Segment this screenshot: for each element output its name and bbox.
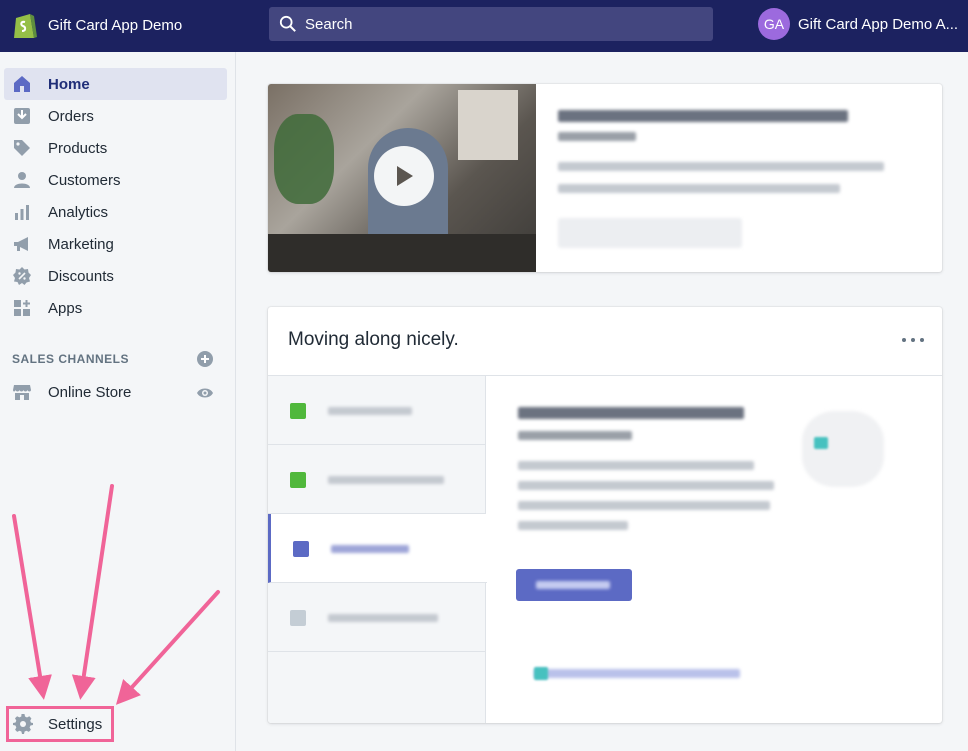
- play-icon[interactable]: [374, 146, 434, 206]
- sidebar-item-label: Home: [48, 75, 90, 93]
- step-icon: [290, 610, 306, 626]
- sidebar-item-online-store[interactable]: Online Store: [4, 376, 227, 408]
- blurred-heading: [558, 110, 848, 122]
- blurred-text-line: [518, 521, 628, 530]
- sidebar-item-label: Products: [48, 139, 108, 157]
- gear-icon: [13, 714, 33, 734]
- sidebar-item-label: Customers: [48, 171, 121, 189]
- blurred-subheading: [518, 431, 632, 440]
- blurred-text-line: [518, 481, 774, 490]
- blurred-link[interactable]: [534, 669, 740, 678]
- sidebar: Home Orders Products Customers Analytics…: [0, 52, 236, 751]
- setup-step[interactable]: [268, 583, 486, 652]
- search-input[interactable]: [305, 15, 685, 33]
- setup-steps-list: [268, 376, 487, 723]
- sidebar-item-label: Orders: [48, 107, 94, 125]
- home-icon: [12, 74, 32, 94]
- top-bar: Gift Card App Demo GA Gift Card App Demo…: [0, 0, 968, 52]
- store-icon: [12, 382, 32, 402]
- sidebar-item-label: Marketing: [48, 235, 114, 253]
- account-name: Gift Card App Demo A...: [798, 15, 959, 33]
- sidebar-item-marketing[interactable]: Marketing: [4, 228, 227, 260]
- sidebar-item-label: Online Store: [48, 383, 132, 401]
- sidebar-item-home[interactable]: Home: [4, 68, 227, 100]
- account-menu[interactable]: GA Gift Card App Demo A...: [758, 8, 958, 40]
- setup-progress-card: Moving along nicely.: [268, 307, 942, 723]
- setup-step-active[interactable]: [268, 514, 487, 583]
- check-icon: [290, 472, 306, 488]
- megaphone-icon: [12, 234, 32, 254]
- sidebar-item-discounts[interactable]: Discounts: [4, 260, 227, 292]
- person-icon: [12, 170, 32, 190]
- blurred-text-line: [558, 162, 884, 171]
- sales-channels-title: SALES CHANNELS: [12, 352, 130, 366]
- apps-icon: [12, 298, 32, 318]
- illustration: [802, 411, 884, 487]
- blurred-button[interactable]: [558, 218, 742, 248]
- sidebar-item-analytics[interactable]: Analytics: [4, 196, 227, 228]
- more-options-icon[interactable]: [902, 333, 924, 347]
- sidebar-item-apps[interactable]: Apps: [4, 292, 227, 324]
- blurred-text-line: [518, 501, 770, 510]
- store-name: Gift Card App Demo: [48, 16, 183, 34]
- search-bar[interactable]: [269, 7, 713, 41]
- sidebar-item-label: Discounts: [48, 267, 114, 285]
- primary-action-button[interactable]: [516, 569, 632, 601]
- shopify-logo-icon: [14, 14, 37, 38]
- step-icon: [293, 541, 309, 557]
- tag-icon: [12, 138, 32, 158]
- sidebar-item-customers[interactable]: Customers: [4, 164, 227, 196]
- video-card: [268, 84, 942, 272]
- setup-step[interactable]: [268, 445, 486, 514]
- video-thumbnail[interactable]: [268, 84, 536, 272]
- orders-icon: [12, 106, 32, 126]
- sidebar-item-orders[interactable]: Orders: [4, 100, 227, 132]
- avatar: GA: [758, 8, 790, 40]
- blurred-heading: [518, 407, 744, 419]
- add-channel-icon[interactable]: [196, 350, 214, 368]
- card-title: Moving along nicely.: [288, 329, 459, 350]
- blurred-subheading: [558, 132, 636, 141]
- store-brand[interactable]: Gift Card App Demo: [12, 10, 182, 40]
- sidebar-item-products[interactable]: Products: [4, 132, 227, 164]
- check-icon: [290, 403, 306, 419]
- discount-icon: [12, 266, 32, 286]
- blurred-text-line: [518, 461, 754, 470]
- sidebar-item-settings[interactable]: Settings: [6, 706, 114, 742]
- sidebar-item-label: Analytics: [48, 203, 109, 221]
- search-icon: [279, 15, 296, 32]
- sidebar-item-label: Settings: [48, 715, 103, 733]
- eye-icon[interactable]: [196, 384, 214, 402]
- bar-chart-icon: [12, 202, 32, 222]
- sidebar-item-label: Apps: [48, 299, 83, 317]
- setup-step[interactable]: [268, 376, 486, 445]
- blurred-text-line: [558, 184, 840, 193]
